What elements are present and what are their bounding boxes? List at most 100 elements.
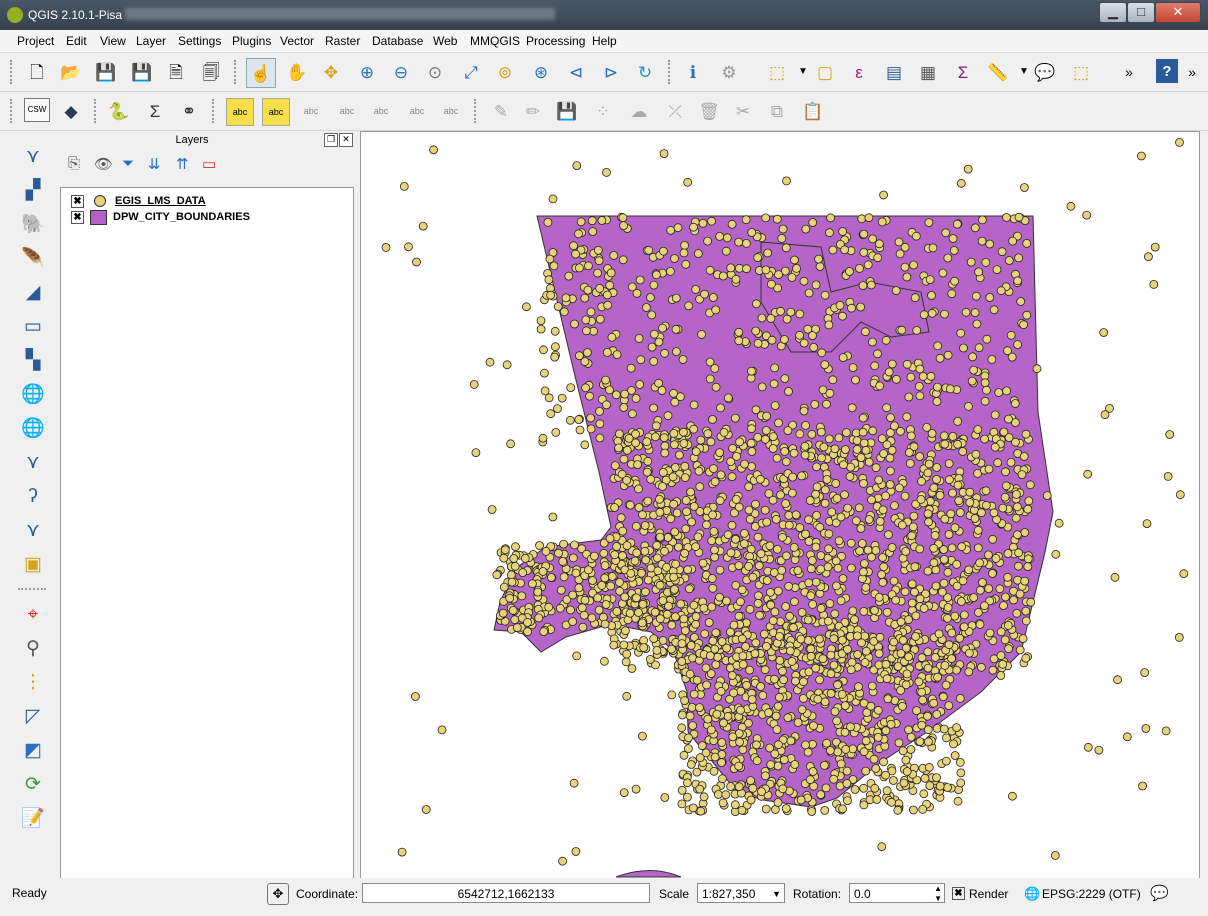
refresh-icon[interactable]: ↻ [632, 59, 658, 85]
collapse-all-icon[interactable]: ⇈ [176, 155, 189, 173]
zoom-next-icon[interactable]: ⊳ [598, 59, 624, 85]
toolbar-grip[interactable] [10, 99, 16, 123]
copy-features-icon[interactable]: ⧉ [764, 98, 790, 124]
coordinate-capture-icon[interactable]: ⌖ [18, 599, 48, 629]
node-tool-icon[interactable]: ⤫ [662, 98, 688, 124]
render-checkbox[interactable]: ✖ [952, 887, 965, 900]
show-hide-labels-icon[interactable]: abc [334, 98, 360, 124]
save-edits-icon[interactable]: 💾 [554, 98, 580, 124]
edit-table-icon[interactable]: 📝 [18, 803, 48, 833]
statistics-icon[interactable]: Σ [950, 59, 976, 85]
undock-panel-button[interactable]: ❐ [324, 133, 338, 147]
open-project-icon[interactable]: 📂 [58, 59, 84, 85]
toolbar-overflow-button-2[interactable]: » [1182, 59, 1202, 85]
menu-database[interactable]: Database [372, 34, 423, 48]
save-as-icon[interactable]: 💾 [129, 59, 155, 85]
scale-combo[interactable]: 1:827,350 ▼ [697, 883, 785, 903]
python-icon[interactable]: 🐍 [106, 98, 132, 124]
add-wms-layer-icon[interactable]: ▚ [18, 345, 48, 375]
map-canvas[interactable] [360, 131, 1200, 879]
zoom-full-icon[interactable]: ⤢ [458, 59, 484, 85]
composer-manager-icon[interactable]: 🗐 [198, 59, 224, 85]
zoom-to-selection-icon[interactable]: ⊚ [492, 59, 518, 85]
manage-visibility-icon[interactable]: 👁 [94, 155, 113, 173]
offline-editing-icon[interactable]: ⋮ [18, 667, 48, 697]
add-virtual-layer-icon[interactable]: ʔ [18, 481, 48, 511]
zoom-out-icon[interactable]: ⊖ [388, 59, 414, 85]
paste-features-icon[interactable]: 📋 [800, 98, 826, 124]
toolbar-overflow-button[interactable]: » [1116, 59, 1142, 85]
identify-icon[interactable]: ℹ [680, 59, 706, 85]
menu-plugins[interactable]: Plugins [232, 34, 271, 48]
menu-help[interactable]: Help [592, 34, 617, 48]
remove-layer-icon[interactable]: ▭ [202, 155, 216, 173]
add-wcs-layer-icon[interactable]: 🌐 [18, 379, 48, 409]
add-group-icon[interactable]: ⎘ [68, 155, 80, 172]
cut-features-icon[interactable]: ✂ [730, 98, 756, 124]
menu-edit[interactable]: Edit [66, 34, 87, 48]
layer-visibility-checkbox[interactable]: ✖ [71, 210, 84, 224]
close-button[interactable]: ✕ [1155, 2, 1201, 23]
binoculars-icon[interactable]: ⚭ [176, 98, 202, 124]
toggle-extents-icon[interactable]: ✥ [267, 883, 289, 905]
menu-web[interactable]: Web [433, 34, 457, 48]
move-feature-icon[interactable]: ☁ [626, 98, 652, 124]
new-project-icon[interactable]: 🗋 [24, 59, 50, 85]
pan-icon[interactable]: ✋ [284, 59, 310, 85]
zoom-to-layer-icon[interactable]: ⊛ [528, 59, 554, 85]
delete-selected-icon[interactable]: 🗑 [696, 98, 722, 124]
toolbar-grip[interactable] [18, 588, 46, 594]
add-spatialite-layer-icon[interactable]: 🪶 [18, 243, 48, 273]
menu-project[interactable]: Project [17, 34, 54, 48]
csw-icon[interactable]: CSW [24, 98, 50, 122]
zoom-native-icon[interactable]: ⊙ [422, 59, 448, 85]
coordinate-field[interactable]: 6542712,1662133 [362, 883, 650, 903]
rotation-spinbox[interactable]: 0.0 ▲ ▼ [849, 883, 945, 903]
messages-icon[interactable]: 💬 [1150, 884, 1169, 902]
rotate-label-icon[interactable]: abc [404, 98, 430, 124]
annotation-icon[interactable]: 💬 [1032, 59, 1058, 85]
toolbar-grip[interactable] [234, 60, 240, 84]
topology-checker-icon[interactable]: ◸ [18, 701, 48, 731]
add-postgis-layer-icon[interactable]: 🐘 [18, 209, 48, 239]
add-wfs-layer-icon[interactable]: 🌐 [18, 413, 48, 443]
new-shapefile-icon[interactable]: ⋎ [18, 515, 48, 545]
expand-all-icon[interactable]: ⇊ [148, 155, 161, 173]
metasearch-icon[interactable]: ◆ [58, 98, 84, 124]
menu-raster[interactable]: Raster [325, 34, 360, 48]
help-icon[interactable]: ? [1156, 59, 1178, 83]
save-project-icon[interactable]: 💾 [93, 59, 119, 85]
processing-icon[interactable]: Σ [142, 98, 168, 124]
chevron-down-icon[interactable]: ▼ [772, 884, 781, 904]
select-features-icon[interactable]: ⬚ [764, 59, 790, 85]
deselect-icon[interactable]: ▢ [812, 59, 838, 85]
touch-zoom-icon[interactable]: ☝ [246, 58, 276, 88]
layer-item-dpw-city-boundaries[interactable]: ✖ DPW_CITY_BOUNDARIES [71, 209, 250, 225]
add-mssql-layer-icon[interactable]: ◢ [18, 277, 48, 307]
add-oracle-layer-icon[interactable]: ▭ [18, 311, 48, 341]
spin-down-icon[interactable]: ▼ [934, 889, 942, 909]
toggle-editing-icon[interactable]: ✏ [520, 98, 546, 124]
menu-mmqgis[interactable]: MMQGIS [470, 34, 520, 48]
gps-icon[interactable]: ⚲ [18, 633, 48, 663]
pin-labels-icon[interactable]: abc [298, 98, 324, 124]
move-label-icon[interactable]: abc [368, 98, 394, 124]
layer-labeling-icon[interactable]: abc [262, 98, 290, 126]
add-point-icon[interactable]: ⁘ [590, 98, 616, 124]
refresh-layer-icon[interactable]: ⟳ [18, 769, 48, 799]
zoom-in-icon[interactable]: ⊕ [354, 59, 380, 85]
toolbar-grip[interactable] [212, 99, 218, 123]
toolbar-grip[interactable] [668, 60, 674, 84]
menu-layer[interactable]: Layer [136, 34, 166, 48]
add-raster-layer-icon[interactable]: ▞ [18, 175, 48, 205]
maximize-button[interactable]: □ [1127, 2, 1155, 23]
menu-processing[interactable]: Processing [526, 34, 585, 48]
menu-settings[interactable]: Settings [178, 34, 221, 48]
toolbar-grip[interactable] [474, 99, 480, 123]
globe-icon[interactable]: 🌐 [1024, 886, 1040, 902]
toolbar-grip[interactable] [10, 60, 16, 84]
menu-view[interactable]: View [100, 34, 126, 48]
filter-legend-icon[interactable]: ⏷ [122, 155, 134, 172]
layer-item-egis-lms-data[interactable]: ✖ EGIS_LMS_DATA [71, 193, 206, 209]
change-label-icon[interactable]: abc [438, 98, 464, 124]
